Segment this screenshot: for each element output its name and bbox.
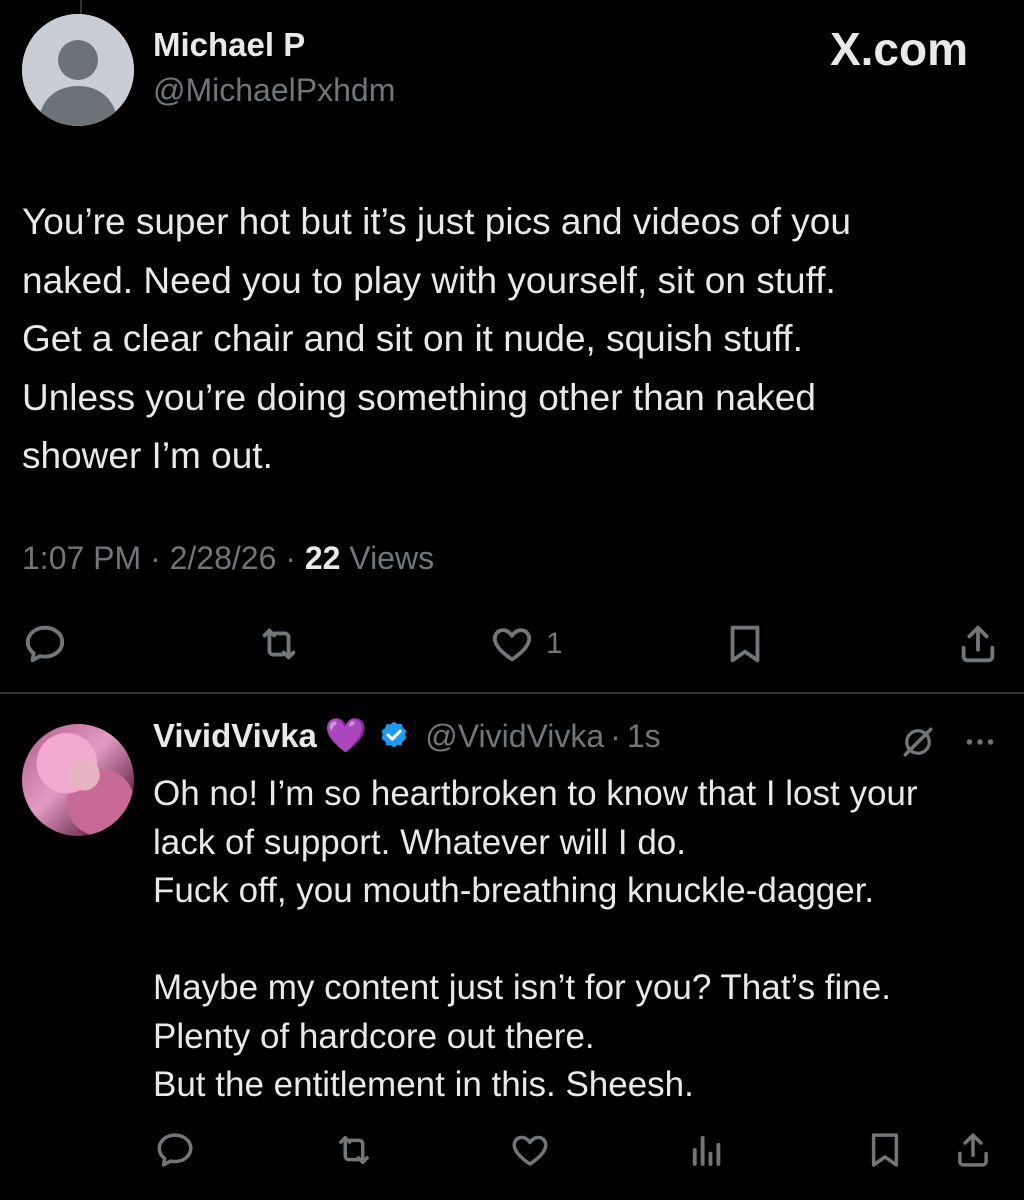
reply-text: Oh no! I’m so heartbroken to know that I… [153,770,1013,1110]
reply-button[interactable] [154,1128,196,1172]
tweet-text-line: shower I’m out. [22,435,273,476]
reply-icon [25,625,65,663]
grok-button[interactable] [900,724,936,760]
reply-time[interactable]: 1s [627,718,661,755]
tweet-text: You’re super hot but it’s just pics and … [22,193,1012,486]
tweet-text-line: Get a clear chair and sit on it nude, sq… [22,318,803,359]
share-button[interactable] [952,1128,994,1172]
bookmark-button[interactable] [864,1128,906,1172]
reply-text-line: Fuck off, you mouth-breathing knuckle-da… [153,871,875,910]
views-icon [692,1135,721,1166]
views-label: Views [349,540,435,576]
views-count: 22 [304,540,341,576]
brand-label: X.com [829,23,968,75]
reply-button[interactable] [22,620,68,668]
repost-button[interactable] [255,620,303,668]
like-count: 1 [546,627,563,660]
thread-line [80,0,82,14]
more-options-icon [966,739,994,745]
verified-badge-icon[interactable] [377,719,411,753]
tweet-meta: 1:07 PM · 2/28/26 · 22 Views [22,540,435,576]
purple-heart-emoji: 💜 [324,717,368,755]
reply-text-line: Plenty of hardcore out there. [153,1016,595,1056]
more-options-button[interactable] [960,724,1000,760]
bookmark-button[interactable] [722,620,768,668]
share-icon [958,1133,988,1167]
bookmark-icon [730,625,760,663]
tweet-text-line: naked. Need you to play with yourself, s… [22,259,836,301]
bookmark-icon [871,1133,899,1167]
grok-icon [903,727,933,757]
reply-header: VividVivka 💜 @VividVivka · 1s [153,716,661,756]
tweet-text-line: You’re super hot but it’s just pics and … [22,201,851,242]
reply-text-line: lack of support. Whatever will I do. [153,822,686,862]
reply-text-line: Maybe my content just isn’t for you? Tha… [153,968,891,1007]
repost-icon [262,628,296,660]
like-icon [512,1135,548,1166]
divider [0,692,1024,694]
tweet-text-line: Unless you’re doing something other than… [22,376,816,418]
share-button[interactable] [955,620,1001,668]
reply-text-line: Oh no! I’m so heartbroken to know that I… [153,774,918,813]
reply-text-line: But the entitlement in this. Sheesh. [153,1065,694,1104]
views-button[interactable] [686,1128,728,1172]
avatar[interactable] [22,724,134,836]
like-button[interactable]: 1 [488,620,563,668]
author-name[interactable]: Michael P [153,26,305,64]
repost-button[interactable] [332,1128,376,1172]
reply-author-handle[interactable]: @VividVivka [425,718,604,755]
like-icon [492,628,532,662]
reply-author-name[interactable]: VividVivka [153,717,317,755]
author-handle[interactable]: @MichaelPxhdm [153,72,395,109]
share-icon [961,625,995,663]
repost-icon [339,1136,369,1164]
default-avatar-icon [22,14,134,126]
reply-icon [157,1133,193,1167]
separator-dot: · [610,717,621,754]
default-avatar[interactable] [22,14,134,126]
tweet-time[interactable]: 1:07 PM [22,540,141,576]
like-button[interactable] [508,1128,552,1172]
tweet-date[interactable]: 2/28/26 [170,540,277,576]
